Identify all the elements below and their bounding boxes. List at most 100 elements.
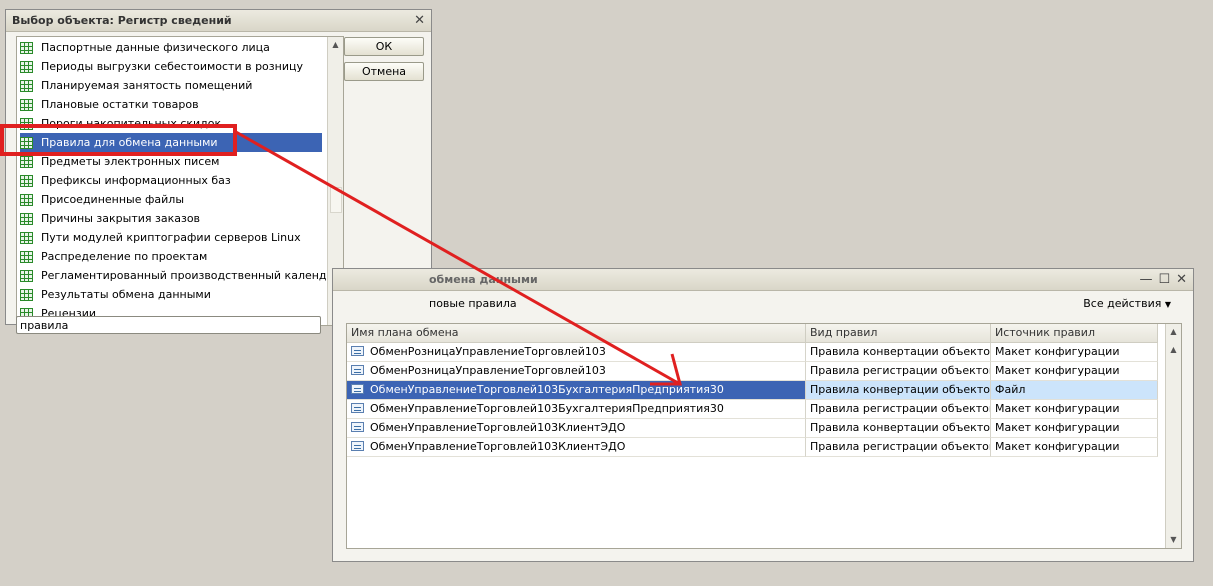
exchange-rules-window: обмена данными — ☐ ✕ повые правила Все д… bbox=[332, 268, 1194, 562]
table-cell: Макет конфигурации bbox=[991, 438, 1158, 457]
column-header[interactable]: Имя плана обмена bbox=[347, 324, 806, 343]
table-row[interactable]: ОбменРозницаУправлениеТорговлей103 Правил… bbox=[347, 343, 1158, 362]
chevron-down-icon: ▼ bbox=[1164, 300, 1171, 309]
cell-text: Правила конвертации объектов bbox=[810, 345, 991, 358]
close-icon[interactable]: ✕ bbox=[414, 13, 425, 28]
table-cell: ОбменУправлениеТорговлей103КлиентЭДО bbox=[347, 438, 806, 457]
minimize-icon[interactable]: — bbox=[1139, 272, 1152, 287]
table-grid-icon bbox=[20, 79, 33, 92]
list-item[interactable]: Паспортные данные физического лица bbox=[20, 38, 322, 57]
list-item-label: Регламентированный производственный кале… bbox=[41, 269, 344, 282]
table-row[interactable]: ОбменУправлениеТорговлей103КлиентЭДО Прав… bbox=[347, 438, 1158, 457]
list-item-label: Периоды выгрузки себестоимости в розницу bbox=[41, 60, 303, 73]
maximize-icon[interactable]: ☐ bbox=[1158, 272, 1170, 287]
table-cell: Макет конфигурации bbox=[991, 343, 1158, 362]
scroll-up-icon[interactable]: ▲ bbox=[1166, 324, 1181, 340]
dialog2-titlebar: обмена данными — ☐ ✕ bbox=[333, 269, 1193, 291]
table-grid-icon bbox=[20, 193, 33, 206]
table-grid-icon bbox=[20, 41, 33, 54]
table-grid-icon bbox=[20, 60, 33, 73]
list-item-label: Планируемая занятость помещений bbox=[41, 79, 253, 92]
all-actions-menu[interactable]: Все действия ▼ bbox=[1083, 297, 1171, 310]
dialog2-title: обмена данными bbox=[429, 273, 538, 286]
cell-text: Файл bbox=[995, 383, 1026, 396]
table-cell: ОбменРозницаУправлениеТорговлей103 bbox=[347, 343, 806, 362]
list-item[interactable]: Пороги накопительных скидок bbox=[20, 114, 322, 133]
cell-text: ОбменРозницаУправлениеТорговлей103 bbox=[370, 345, 606, 358]
table-cell: Правила конвертации объектов bbox=[806, 343, 991, 362]
table-row[interactable]: ОбменУправлениеТорговлей103КлиентЭДО Прав… bbox=[347, 419, 1158, 438]
table-grid-icon bbox=[20, 212, 33, 225]
list-item-label: Причины закрытия заказов bbox=[41, 212, 201, 225]
list-item-label: Присоединенные файлы bbox=[41, 193, 185, 206]
cell-text: ОбменУправлениеТорговлей103КлиентЭДО bbox=[370, 440, 626, 453]
cancel-button[interactable]: Отмена bbox=[344, 62, 424, 81]
list-item[interactable]: Регламентированный производственный кале… bbox=[20, 266, 343, 285]
cell-text: Правила регистрации объектов bbox=[810, 440, 991, 453]
list-item[interactable]: Распределение по проектам bbox=[20, 247, 322, 266]
list-item[interactable]: Предметы электронных писем bbox=[20, 152, 322, 171]
list-item[interactable]: Причины закрытия заказов bbox=[20, 209, 322, 228]
dialog1-title: Выбор объекта: Регистр сведений bbox=[12, 14, 232, 27]
cell-text: Правила конвертации объектов bbox=[810, 421, 991, 434]
table-cell: Правила регистрации объектов bbox=[806, 362, 991, 381]
list-item[interactable]: Пути модулей криптографии серверов Linux bbox=[20, 228, 322, 247]
table-cell: ОбменРозницаУправлениеТорговлей103 bbox=[347, 362, 806, 381]
table-grid-icon bbox=[20, 269, 33, 282]
table-row[interactable]: ОбменУправлениеТорговлей103БухгалтерияПр… bbox=[347, 400, 1158, 419]
search-input[interactable] bbox=[16, 316, 321, 334]
close-icon[interactable]: ✕ bbox=[1176, 272, 1187, 287]
list-item[interactable]: Периоды выгрузки себестоимости в розницу bbox=[20, 57, 322, 76]
table-cell: Макет конфигурации bbox=[991, 362, 1158, 381]
table-grid-icon bbox=[20, 231, 33, 244]
scroll-thumb[interactable] bbox=[330, 187, 342, 213]
list-item-label: Плановые остатки товаров bbox=[41, 98, 199, 111]
list-item[interactable]: Присоединенные файлы bbox=[20, 190, 322, 209]
table-grid-icon bbox=[20, 98, 33, 111]
ok-button[interactable]: ОК bbox=[344, 37, 424, 56]
cell-text: Макет конфигурации bbox=[995, 345, 1120, 358]
cell-text: Макет конфигурации bbox=[995, 402, 1120, 415]
list-item[interactable]: Планируемая занятость помещений bbox=[20, 76, 322, 95]
table-cell: ОбменУправлениеТорговлей103БухгалтерияПр… bbox=[347, 381, 806, 400]
load-rules-command[interactable]: повые правила bbox=[429, 297, 517, 310]
list-item-label: Предметы электронных писем bbox=[41, 155, 220, 168]
table-grid-icon bbox=[20, 117, 33, 130]
table-cell: Правила регистрации объектов bbox=[806, 400, 991, 419]
table-cell: ОбменУправлениеТорговлей103БухгалтерияПр… bbox=[347, 400, 806, 419]
cell-text: ОбменРозницаУправлениеТорговлей103 bbox=[370, 364, 606, 377]
register-list[interactable]: Паспортные данные физического лица Период… bbox=[16, 36, 344, 326]
scroll-up-secondary-icon[interactable]: ▲ bbox=[1166, 342, 1181, 358]
table-grid-icon bbox=[20, 288, 33, 301]
column-header[interactable]: Источник правил bbox=[991, 324, 1158, 343]
list-item-label: Результаты обмена данными bbox=[41, 288, 211, 301]
cell-text: Правила регистрации объектов bbox=[810, 402, 991, 415]
scroll-up-icon[interactable]: ▲ bbox=[328, 37, 343, 53]
scroll-down-icon[interactable]: ▼ bbox=[1166, 532, 1181, 548]
table-row[interactable]: ОбменУправлениеТорговлей103БухгалтерияПр… bbox=[347, 381, 1158, 400]
table-scrollbar[interactable]: ▲ ▲ ▼ bbox=[1165, 324, 1181, 548]
exchange-plan-icon bbox=[351, 365, 364, 375]
dialog1-titlebar: Выбор объекта: Регистр сведений ✕ bbox=[6, 10, 431, 32]
table-row[interactable]: ОбменРозницаУправлениеТорговлей103 Правил… bbox=[347, 362, 1158, 381]
exchange-plan-icon bbox=[351, 403, 364, 413]
table-grid-icon bbox=[20, 250, 33, 263]
exchange-plan-icon bbox=[351, 346, 364, 356]
cell-text: Правила регистрации объектов bbox=[810, 364, 991, 377]
table-cell: Файл bbox=[991, 381, 1158, 400]
list-item-label: Правила для обмена данными bbox=[41, 136, 218, 149]
column-header[interactable]: Вид правил bbox=[806, 324, 991, 343]
cell-text: ОбменУправлениеТорговлей103БухгалтерияПр… bbox=[370, 402, 724, 415]
cell-text: Макет конфигурации bbox=[995, 364, 1120, 377]
list-item[interactable]: Результаты обмена данными bbox=[20, 285, 322, 304]
table-cell: Макет конфигурации bbox=[991, 400, 1158, 419]
list-item-label: Распределение по проектам bbox=[41, 250, 208, 263]
list-item[interactable]: Префиксы информационных баз bbox=[20, 171, 322, 190]
list-item[interactable]: Правила для обмена данными bbox=[20, 133, 322, 152]
rules-table[interactable]: Имя плана обмена Вид правил Источник прави… bbox=[346, 323, 1182, 549]
table-cell: Правила конвертации объектов bbox=[806, 419, 991, 438]
command-bar: повые правила Все действия ▼ bbox=[333, 291, 1193, 317]
list-item-label: Пути модулей криптографии серверов Linux bbox=[41, 231, 301, 244]
list-item-label: Пороги накопительных скидок bbox=[41, 117, 222, 130]
list-item[interactable]: Плановые остатки товаров bbox=[20, 95, 322, 114]
